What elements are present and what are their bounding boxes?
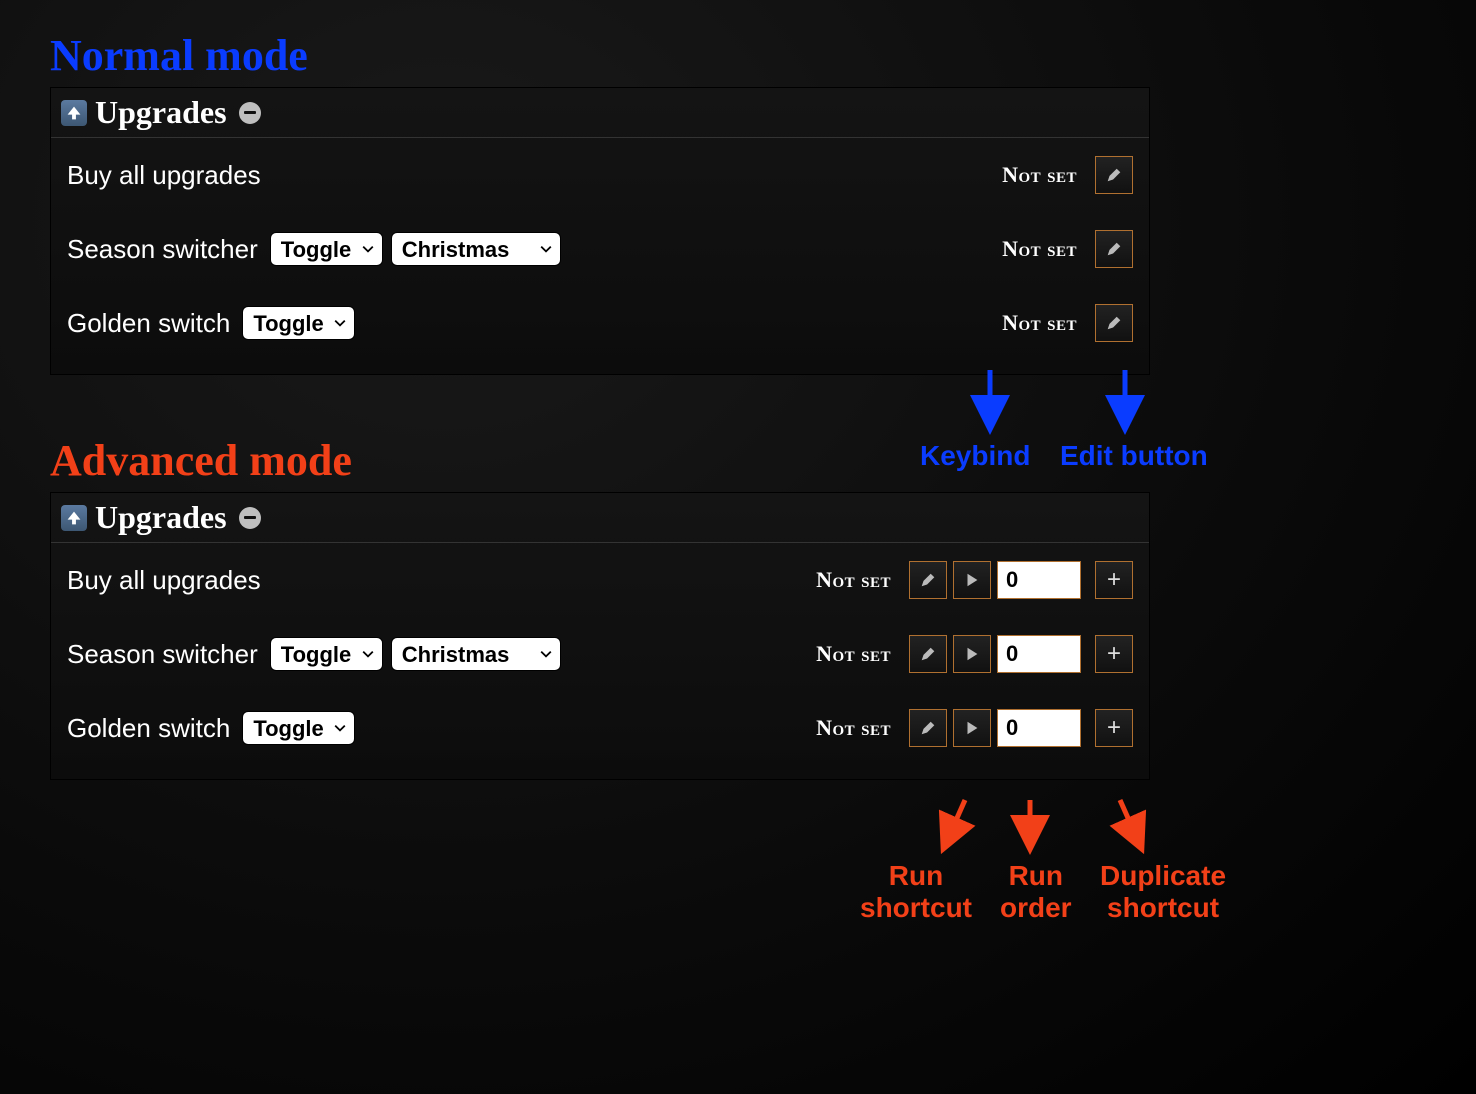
up-arrow-icon — [61, 505, 87, 531]
upgrades-panel-header: Upgrades — [51, 493, 1149, 543]
annotation-run-order: Runorder — [1000, 860, 1072, 924]
row-golden-switch: Golden switch Toggle Not set — [51, 286, 1149, 360]
row-buy-all-upgrades: Buy all upgrades Not set + — [51, 543, 1149, 617]
row-season-switcher: Season switcher Toggle Christmas Not set… — [51, 617, 1149, 691]
row-label: Golden switch — [67, 713, 230, 744]
row-label: Golden switch — [67, 308, 230, 339]
edit-button[interactable] — [1095, 230, 1133, 268]
duplicate-button[interactable]: + — [1095, 561, 1133, 599]
annotation-arrow — [935, 800, 1015, 860]
upgrades-panel-header: Upgrades — [51, 88, 1149, 138]
keybind-text: Not set — [1002, 162, 1077, 188]
row-label: Season switcher — [67, 639, 258, 670]
edit-button[interactable] — [909, 709, 947, 747]
run-order-input[interactable] — [997, 709, 1081, 747]
upgrades-panel-advanced: Upgrades Buy all upgrades Not set + Seas… — [50, 492, 1150, 780]
upgrades-title: Upgrades — [95, 499, 227, 536]
annotation-run-shortcut: Runshortcut — [860, 860, 972, 924]
normal-mode-heading: Normal mode — [50, 30, 1426, 81]
keybind-text: Not set — [1002, 236, 1077, 262]
toggle-select[interactable]: Toggle — [270, 637, 383, 671]
edit-button[interactable] — [909, 561, 947, 599]
duplicate-button[interactable]: + — [1095, 635, 1133, 673]
toggle-select[interactable]: Toggle — [270, 232, 383, 266]
toggle-select[interactable]: Toggle — [242, 711, 355, 745]
row-season-switcher: Season switcher Toggle Christmas Not set — [51, 212, 1149, 286]
run-button[interactable] — [953, 635, 991, 673]
keybind-text: Not set — [816, 715, 891, 741]
edit-button[interactable] — [1095, 304, 1133, 342]
edit-button[interactable] — [1095, 156, 1133, 194]
row-label: Buy all upgrades — [67, 160, 261, 191]
row-label: Season switcher — [67, 234, 258, 265]
edit-button[interactable] — [909, 635, 947, 673]
keybind-text: Not set — [1002, 310, 1077, 336]
run-button[interactable] — [953, 709, 991, 747]
toggle-select[interactable]: Toggle — [242, 306, 355, 340]
plus-icon: + — [1107, 716, 1121, 740]
season-select[interactable]: Christmas — [391, 232, 561, 266]
duplicate-button[interactable]: + — [1095, 709, 1133, 747]
plus-icon: + — [1107, 568, 1121, 592]
keybind-text: Not set — [816, 641, 891, 667]
row-label: Buy all upgrades — [67, 565, 261, 596]
annotation-arrow — [1110, 800, 1190, 860]
upgrades-title: Upgrades — [95, 94, 227, 131]
run-order-input[interactable] — [997, 635, 1081, 673]
row-buy-all-upgrades: Buy all upgrades Not set — [51, 138, 1149, 212]
annotation-arrow — [1010, 800, 1090, 860]
collapse-icon[interactable] — [239, 102, 261, 124]
season-select[interactable]: Christmas — [391, 637, 561, 671]
advanced-mode-heading: Advanced mode — [50, 435, 1426, 486]
up-arrow-icon — [61, 100, 87, 126]
upgrades-panel-normal: Upgrades Buy all upgrades Not set Season… — [50, 87, 1150, 375]
row-golden-switch: Golden switch Toggle Not set + — [51, 691, 1149, 765]
run-button[interactable] — [953, 561, 991, 599]
annotation-duplicate-shortcut: Duplicateshortcut — [1100, 860, 1226, 924]
run-order-input[interactable] — [997, 561, 1081, 599]
keybind-text: Not set — [816, 567, 891, 593]
plus-icon: + — [1107, 642, 1121, 666]
collapse-icon[interactable] — [239, 507, 261, 529]
